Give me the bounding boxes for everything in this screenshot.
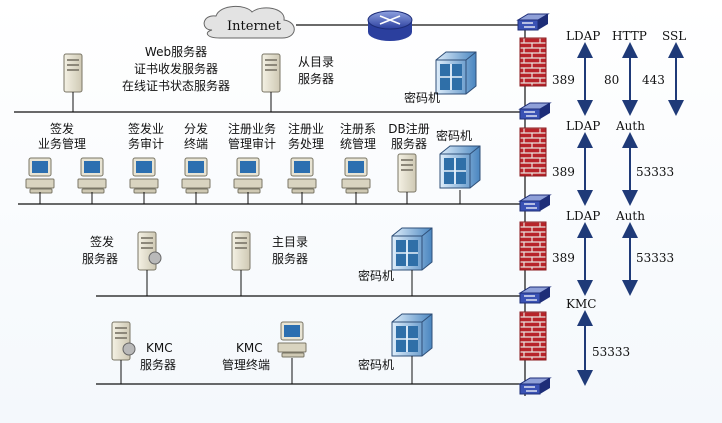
slave-dir-label-2: 服务器 [298, 71, 334, 86]
protocol-row-1: LDAP HTTP SSL 80 443 [566, 29, 686, 116]
kmc-terminal: KMC 管理终端 [222, 321, 307, 384]
proto-auth: Auth [615, 119, 645, 133]
terminal-distribute: 分发 终端 [181, 121, 211, 204]
fw1-port: 389 [552, 73, 575, 87]
kmc-terminal-label-1: KMC [236, 341, 263, 355]
port-53333: 53333 [636, 165, 674, 179]
proto-auth: Auth [615, 209, 645, 223]
master-dir-label-2: 服务器 [272, 251, 308, 266]
protocol-row-2: LDAP Auth 53333 [566, 119, 674, 206]
crypto-3-label: 密码机 [358, 268, 394, 283]
pc-icon [341, 157, 371, 194]
db-reg-server: DB注册 服务器 [388, 121, 430, 204]
pc-icon [287, 157, 317, 194]
proto-ldap: LDAP [566, 209, 600, 223]
terminal-label-1: DB注册 [388, 121, 429, 136]
kmc-server-label-1: KMC [146, 341, 173, 355]
terminal-label-2: 管理审计 [228, 136, 276, 151]
terminal-label-1: 注册业务 [228, 121, 276, 136]
terminal-label-1: 签发业 [128, 121, 164, 136]
web-server: Web服务器 证书收发服务器 在线证书状态服务器 [63, 44, 230, 112]
crypto-2-label: 密码机 [436, 128, 472, 143]
fw3-port: 389 [552, 251, 575, 265]
slave-dir-label-1: 从目录 [298, 55, 334, 69]
terminal-sign-mgmt: 签发 业务管理 [25, 121, 86, 204]
crypto-machine-2: 密码机 [436, 128, 481, 204]
crypto-machine-3: 密码机 [358, 227, 433, 296]
proto-ldap: LDAP [566, 119, 600, 133]
terminal-reg-process: 注册业 务处理 [287, 121, 324, 204]
slave-directory-server: 从目录 服务器 [261, 53, 334, 112]
proto-http: HTTP [612, 29, 647, 43]
web-server-icon [63, 53, 83, 93]
kmc-server: KMC 服务器 [111, 321, 176, 384]
web-server-label-2: 证书收发服务器 [134, 61, 218, 76]
internet-label: Internet [227, 19, 282, 34]
firewall-1-icon [519, 37, 547, 87]
port-443: 443 [642, 73, 665, 87]
protocol-row-4: KMC 53333 [566, 297, 630, 386]
crypto-machine-4: 密码机 [358, 313, 433, 384]
db-server-icon [397, 153, 417, 193]
sign-server-label-2: 服务器 [82, 251, 118, 266]
proto-ssl: SSL [662, 29, 686, 43]
firewall-2-icon [519, 127, 547, 177]
internet-cloud: Internet [203, 6, 295, 39]
terminal-label-2: 统管理 [340, 136, 376, 151]
pc-icon [277, 321, 307, 358]
pc-icon [129, 157, 159, 194]
protocol-row-3: LDAP Auth 53333 [566, 209, 674, 296]
terminal-label-1: 注册系 [340, 121, 376, 136]
crypto-1-label: 密码机 [404, 90, 440, 105]
sign-server-label-1: 签发 [90, 234, 114, 249]
crypto-machine-1: 密码机 [404, 51, 477, 105]
terminal-label-1: 签发 [50, 121, 74, 136]
terminal-label-2: 业务管理 [38, 136, 86, 151]
web-server-label-1: Web服务器 [145, 44, 207, 59]
pc-icon [181, 157, 211, 194]
crypto-machine-1-icon [435, 51, 477, 95]
master-directory-server: 主目录 服务器 [231, 231, 308, 296]
proto-ldap: LDAP [566, 29, 600, 43]
master-dir-label-1: 主目录 [272, 235, 308, 249]
port-53333: 53333 [636, 251, 674, 265]
pc-icon [25, 157, 55, 194]
master-dir-server-icon [231, 231, 251, 271]
pc-icon [233, 157, 263, 194]
terminal-label-1: 注册业 [288, 121, 324, 136]
crypto-machine-4-icon [391, 313, 433, 357]
crypto-machine-3-icon [391, 227, 433, 271]
crypto-machine-2-icon [439, 145, 481, 189]
web-server-label-3: 在线证书状态服务器 [122, 78, 230, 93]
slave-directory-server-icon [261, 53, 281, 93]
proto-kmc: KMC [566, 297, 596, 311]
sign-server: 签发 服务器 [82, 231, 162, 296]
crypto-4-label: 密码机 [358, 357, 394, 372]
port-80: 80 [604, 73, 619, 87]
terminal-reg-sys-mgmt: 注册系 统管理 [340, 121, 376, 204]
router-icon [367, 10, 413, 41]
kmc-server-label-2: 服务器 [140, 357, 176, 372]
terminal-label-2: 务审计 [128, 136, 164, 151]
pc-icon [77, 157, 107, 194]
port-53333: 53333 [592, 345, 630, 359]
terminal-label-2: 服务器 [391, 136, 427, 151]
fw2-port: 389 [552, 165, 575, 179]
firewall-4-icon [519, 311, 547, 361]
switch-top-icon [517, 13, 549, 31]
terminal-label-1: 分发 [184, 121, 208, 136]
terminal-label-2: 终端 [184, 136, 208, 151]
terminal-label-2: 务处理 [288, 136, 324, 151]
sign-server-icon [137, 231, 157, 271]
kmc-terminal-label-2: 管理终端 [222, 357, 270, 372]
network-diagram: Internet 389 389 389 Web服务器 证书收发服务器 在线证书… [14, 6, 686, 396]
firewall-3-icon [519, 221, 547, 271]
terminal-reg-audit: 注册业务 管理审计 [228, 121, 276, 204]
